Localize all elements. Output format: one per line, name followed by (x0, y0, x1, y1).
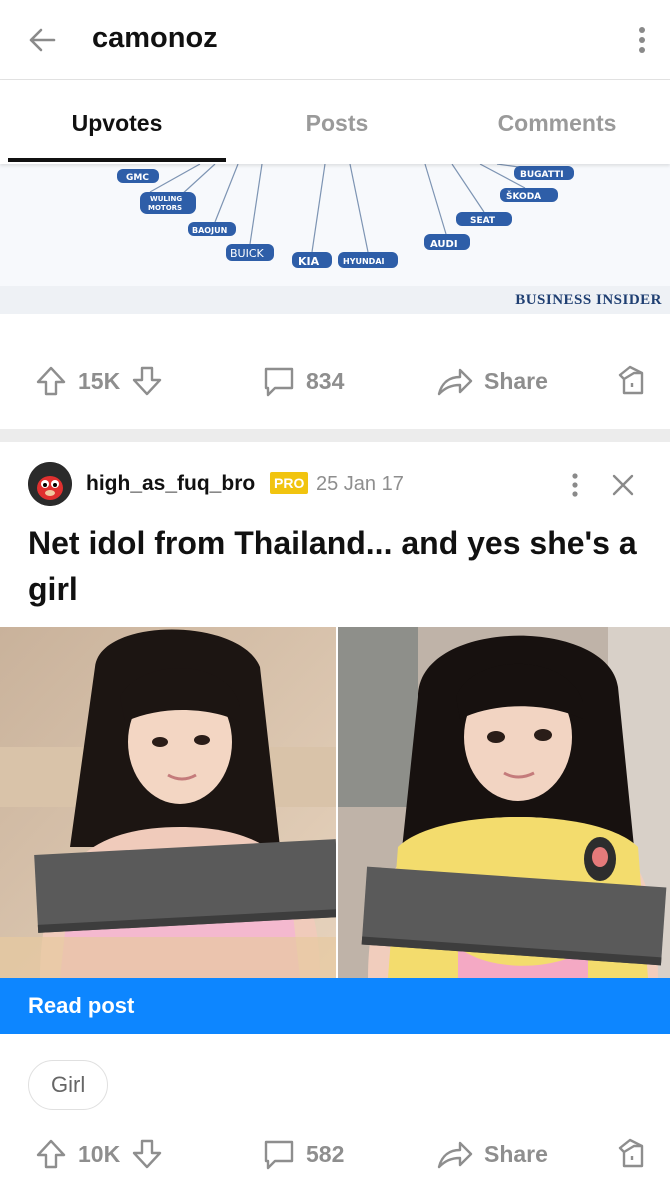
read-post-label: Read post (28, 993, 135, 1018)
avatar-image (28, 462, 72, 506)
save-icon[interactable] (612, 363, 648, 399)
svg-text:HYUNDAI: HYUNDAI (343, 257, 385, 266)
post-card: high_as_fuq_bro PRO 25 Jan 17 Net idol f… (0, 442, 670, 1200)
upvote-count: 10K (78, 1140, 121, 1167)
svg-text:BUICK: BUICK (230, 247, 265, 260)
watermark: BUSINESS INSIDER (515, 292, 662, 308)
upvote-count: 15K (78, 367, 121, 394)
share-label: Share (484, 367, 548, 394)
share-icon (437, 368, 473, 396)
post-title[interactable]: Net idol from Thailand... and yes she's … (28, 520, 648, 612)
photo-illustration (0, 627, 336, 978)
post-actions: 10K 582 Share (0, 1124, 670, 1184)
comments-button[interactable]: 834 (262, 351, 344, 411)
svg-text:GMC: GMC (126, 173, 149, 183)
share-label: Share (484, 1140, 548, 1167)
svg-text:KIA: KIA (298, 255, 320, 268)
avatar[interactable] (28, 462, 72, 506)
read-post-button[interactable]: Read post (0, 978, 670, 1034)
app-bar: camonoz (0, 0, 670, 80)
svg-text:ŠKODA: ŠKODA (506, 190, 541, 202)
author-name[interactable]: high_as_fuq_bro (86, 472, 255, 496)
post-date: 25 Jan 17 (316, 473, 404, 495)
pro-badge: PRO (270, 472, 309, 494)
save-icon[interactable] (612, 1136, 648, 1172)
post-card: GMC WULING MOTORS BAOJUN BUICK KIA HYUNDA… (0, 164, 670, 429)
post-image-left[interactable] (0, 627, 336, 978)
downvote-icon[interactable] (130, 364, 164, 398)
comments-button[interactable]: 582 (262, 1124, 344, 1184)
arrow-left-icon[interactable] (24, 22, 60, 58)
tab-posts[interactable]: Posts (227, 110, 447, 137)
tag-chip[interactable]: Girl (28, 1060, 109, 1110)
upvote-icon[interactable] (34, 364, 68, 398)
share-icon (437, 1141, 473, 1169)
share-button[interactable]: Share (436, 351, 548, 411)
svg-text:BAOJUN: BAOJUN (192, 226, 227, 235)
comment-icon (264, 1140, 294, 1170)
svg-text:BUGATTI: BUGATTI (520, 170, 564, 180)
upvote-icon[interactable] (34, 1137, 68, 1171)
comment-icon (264, 367, 294, 397)
svg-text:MOTORS: MOTORS (148, 204, 182, 212)
tab-upvotes[interactable]: Upvotes (7, 110, 227, 137)
downvote-icon[interactable] (130, 1137, 164, 1171)
more-vert-icon[interactable] (562, 470, 588, 500)
vote-group: 10K (34, 1124, 164, 1184)
close-icon[interactable] (610, 472, 636, 498)
comment-count: 582 (306, 1140, 345, 1167)
post-image-right[interactable] (338, 627, 670, 978)
more-vert-icon[interactable] (628, 22, 656, 58)
svg-text:AUDI: AUDI (430, 239, 458, 250)
active-tab-indicator (8, 158, 226, 162)
tab-comments[interactable]: Comments (447, 110, 667, 137)
vote-group: 15K (34, 351, 164, 411)
svg-text:SEAT: SEAT (470, 216, 496, 226)
post-actions: 15K 834 Share (0, 351, 670, 411)
photo-illustration (338, 627, 670, 978)
comment-count: 834 (306, 367, 345, 394)
svg-text:WULING: WULING (150, 195, 182, 203)
profile-tabs: Upvotes Posts Comments (0, 80, 670, 164)
page-title: camonoz (92, 22, 218, 54)
share-button[interactable]: Share (436, 1124, 548, 1184)
